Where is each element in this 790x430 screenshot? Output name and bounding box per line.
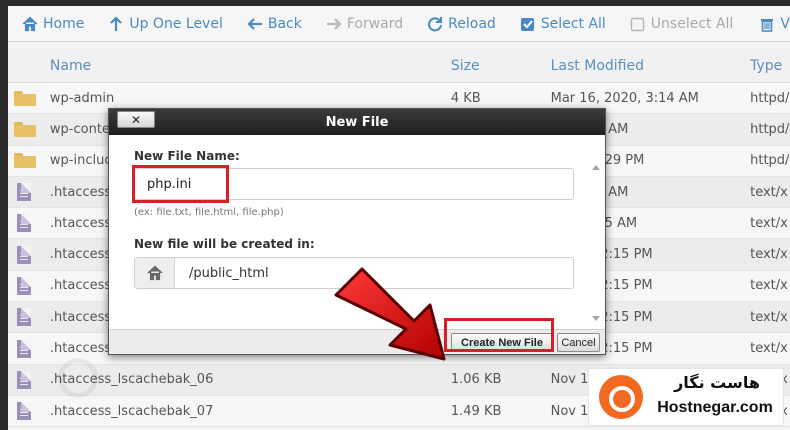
table-header: Name Size Last Modified Type <box>8 49 790 83</box>
row-type: text/x <box>750 247 788 263</box>
row-icon-cell <box>8 308 50 327</box>
file-icon <box>17 308 31 327</box>
row-icon-cell <box>8 90 50 106</box>
checkbox-checked-icon <box>520 16 536 32</box>
home-button[interactable]: Home <box>8 6 94 42</box>
row-icon-cell <box>8 245 50 264</box>
watermark-logo-icon <box>58 358 98 398</box>
file-icon <box>17 339 31 358</box>
hostnegar-logo-icon <box>599 375 643 419</box>
home-icon <box>22 16 38 32</box>
folder-icon <box>14 121 36 137</box>
brand-badge: هاست نگار Hostnegar.com <box>588 368 784 426</box>
row-icon-cell <box>8 183 50 202</box>
scroll-up-icon[interactable] <box>592 165 600 170</box>
reload-button[interactable]: Reload <box>413 6 506 42</box>
forward-label: Forward <box>346 15 404 32</box>
folder-icon <box>14 153 36 169</box>
row-icon-cell <box>8 214 50 233</box>
home-label: Home <box>43 15 85 32</box>
up-one-level-label: Up One Level <box>129 15 223 32</box>
row-type: httpd/ <box>750 153 790 169</box>
dialog-close-button[interactable]: ✕ <box>117 111 155 128</box>
reload-icon <box>427 16 443 32</box>
dialog-title: New File <box>325 114 389 130</box>
arrow-left-icon <box>247 16 263 32</box>
file-icon <box>17 245 31 264</box>
file-name-hint: (ex: file.txt, file.html, file.php) <box>134 207 284 218</box>
row-type: text/x <box>750 278 788 294</box>
row-type: text/x <box>750 215 788 231</box>
row-icon-cell <box>8 121 50 137</box>
row-modified: Mar 16, 2020, 3:14 AM <box>550 90 699 106</box>
home-icon <box>147 265 162 281</box>
file-icon <box>17 370 31 389</box>
row-name: wp-admin <box>49 90 115 106</box>
row-size: 1.49 KB <box>450 403 502 419</box>
row-type: httpd/ <box>750 121 790 137</box>
view-trash-button[interactable]: View Tras <box>745 6 790 42</box>
select-all-label: Select All <box>540 15 606 32</box>
row-icon-cell <box>8 370 50 389</box>
location-value: /public_html <box>189 265 269 281</box>
up-one-level-button[interactable]: Up One Level <box>94 6 233 42</box>
location-label: New file will be created in: <box>134 237 315 251</box>
header-last-modified[interactable]: Last Modified <box>551 58 750 74</box>
brand-name-en: Hostnegar.com <box>657 399 773 416</box>
row-icon-cell <box>8 339 50 358</box>
header-name[interactable]: Name <box>50 58 451 74</box>
back-label: Back <box>267 15 302 32</box>
file-name-highlight <box>132 165 229 203</box>
header-size[interactable]: Size <box>451 58 551 74</box>
folder-icon <box>14 90 36 106</box>
back-button[interactable]: Back <box>233 6 312 42</box>
location-home-addon <box>135 258 175 288</box>
toolbar: Home Up One Level Back Forward Reload Se… <box>8 6 790 42</box>
row-type: text/x <box>750 184 788 200</box>
level-up-icon <box>108 15 124 32</box>
dialog-scrollbar[interactable] <box>589 163 603 323</box>
row-type: text/x <box>750 341 788 357</box>
file-icon <box>17 183 31 202</box>
close-icon: ✕ <box>130 112 142 127</box>
forward-button[interactable]: Forward <box>312 6 413 42</box>
unselect-all-label: Unselect All <box>650 15 734 32</box>
header-type[interactable]: Type <box>750 58 790 74</box>
cancel-button[interactable]: Cancel <box>557 333 600 352</box>
reload-label: Reload <box>448 15 496 32</box>
scroll-down-icon[interactable] <box>592 316 600 321</box>
row-size: 4 KB <box>450 90 481 106</box>
red-pointer-arrow-icon <box>334 267 446 361</box>
file-icon <box>17 276 31 295</box>
dialog-header: ✕ New File <box>109 109 605 135</box>
row-icon-cell <box>8 276 50 295</box>
row-type: text/x <box>750 309 788 325</box>
arrow-right-icon <box>326 16 342 32</box>
row-type: httpd/ <box>750 90 790 106</box>
row-icon-cell <box>8 402 50 421</box>
select-all-button[interactable]: Select All <box>506 6 616 42</box>
trash-icon <box>759 16 775 32</box>
checkbox-empty-icon <box>630 16 646 32</box>
brand-name-fa: هاست نگار <box>674 373 760 392</box>
row-icon-cell <box>8 153 50 169</box>
file-name-label: New File Name: <box>134 149 240 163</box>
unselect-all-button[interactable]: Unselect All <box>616 6 744 42</box>
file-icon <box>17 402 31 421</box>
view-trash-label: View Tras <box>780 15 790 32</box>
file-icon <box>17 214 31 233</box>
row-name: .htaccess_lscachebak_07 <box>49 403 214 419</box>
